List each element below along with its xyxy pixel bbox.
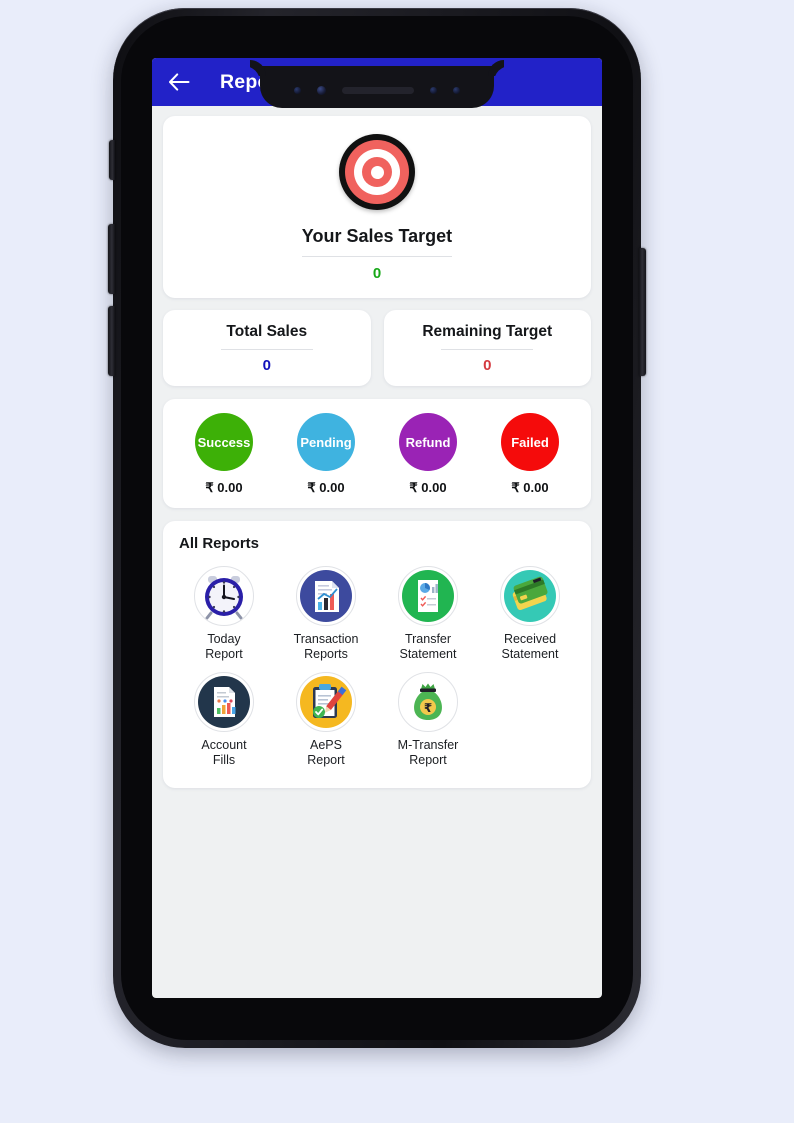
success-badge: Success [195, 413, 253, 471]
report-label: Account Fills [201, 738, 247, 767]
volume-down-button[interactable] [108, 306, 115, 376]
remaining-target-card: Remaining Target 0 [383, 310, 591, 386]
report-label: Transaction Reports [293, 632, 359, 661]
status-item-pending[interactable]: Pending ₹ 0.00 [297, 413, 355, 496]
pending-amount: ₹ 0.00 [307, 480, 345, 495]
summary-row: Total Sales 0 Remaining Target 0 [163, 310, 591, 386]
remaining-target-value: 0 [483, 357, 492, 374]
earpiece-speaker [342, 86, 414, 94]
clipboard-pen-icon [296, 672, 356, 732]
bullseye-target-icon [339, 134, 415, 210]
refund-amount: ₹ 0.00 [409, 480, 447, 495]
report-label: M-Transfer Report [397, 738, 459, 767]
report-item-transfer-statement[interactable]: Transfer Statement [377, 560, 479, 666]
power-button[interactable] [639, 248, 646, 376]
report-label: AePS Report [307, 738, 345, 767]
screen-content: Your Sales Target 0 Total Sales 0 Remain… [152, 106, 602, 788]
arrow-left-icon [169, 73, 190, 91]
status-item-failed[interactable]: Failed ₹ 0.00 [501, 413, 559, 496]
chart-document-icon [296, 566, 356, 626]
remaining-target-title: Remaining Target [422, 323, 553, 340]
ambient-sensor-icon [430, 86, 437, 94]
front-camera-icon [317, 85, 326, 95]
back-button[interactable] [166, 69, 192, 95]
total-sales-title: Total Sales [226, 323, 308, 340]
refund-badge: Refund [399, 413, 457, 471]
success-amount: ₹ 0.00 [205, 480, 243, 495]
divider [302, 256, 452, 257]
green-report-document-icon [398, 566, 458, 626]
all-reports-title: All Reports [179, 535, 260, 552]
pending-badge: Pending [297, 413, 355, 471]
money-bag-rupee-icon: ₹ [398, 672, 458, 732]
report-label: Received Statement [501, 632, 559, 661]
proximity-sensor-icon [294, 86, 301, 94]
ir-sensor-icon [453, 86, 460, 94]
report-item-account-fills[interactable]: Account Fills [173, 666, 275, 772]
credit-cards-icon [500, 566, 560, 626]
phone-mockup: Reports Your Sales Target 0 Total Sales … [108, 8, 646, 1048]
failed-amount: ₹ 0.00 [511, 480, 549, 495]
report-item-transaction-reports[interactable]: Transaction Reports [275, 560, 377, 666]
report-label: Transfer Statement [399, 632, 457, 661]
bar-chart-document-icon [194, 672, 254, 732]
status-item-success[interactable]: Success ₹ 0.00 [195, 413, 253, 496]
silent-switch-button[interactable] [109, 140, 115, 180]
divider [441, 349, 534, 350]
sales-target-title: Your Sales Target [301, 226, 453, 246]
report-label: Today Report [205, 632, 243, 661]
divider [220, 349, 313, 350]
phone-screen: Reports Your Sales Target 0 Total Sales … [152, 58, 602, 998]
failed-badge: Failed [501, 413, 559, 471]
sales-target-value: 0 [372, 265, 382, 282]
phone-notch [260, 66, 494, 108]
report-item-aeps-report[interactable]: AePS Report [275, 666, 377, 772]
total-sales-card: Total Sales 0 [163, 310, 371, 386]
volume-up-button[interactable] [108, 224, 115, 294]
all-reports-card: All Reports Today Report Transaction Rep… [163, 521, 591, 788]
total-sales-value: 0 [262, 357, 271, 374]
sales-target-card: Your Sales Target 0 [163, 116, 591, 298]
report-grid: Today Report Transaction Reports Transfe… [173, 560, 581, 772]
status-item-refund[interactable]: Refund ₹ 0.00 [399, 413, 457, 496]
transaction-status-card: Success ₹ 0.00 Pending ₹ 0.00 Refund ₹ 0… [163, 399, 591, 508]
report-item-today-report[interactable]: Today Report [173, 560, 275, 666]
svg-text:₹: ₹ [424, 701, 432, 715]
alarm-clock-icon [194, 566, 254, 626]
report-item-m-transfer-report[interactable]: ₹ M-Transfer Report [377, 666, 479, 772]
report-item-received-statement[interactable]: Received Statement [479, 560, 581, 666]
